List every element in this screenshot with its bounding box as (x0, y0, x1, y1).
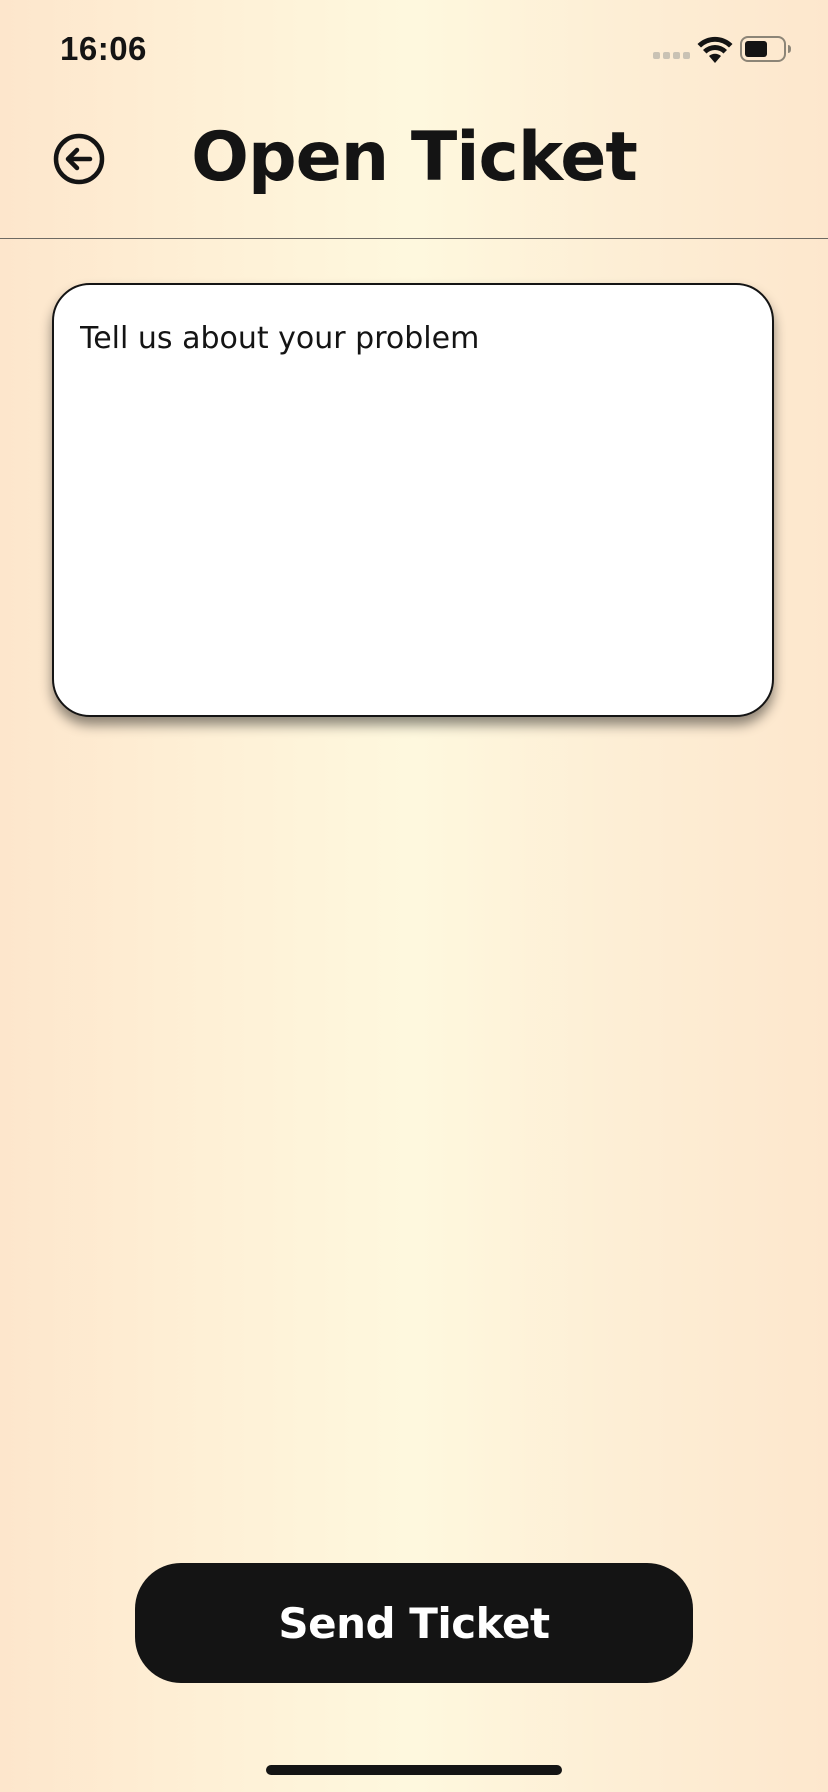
wifi-icon (697, 36, 733, 63)
status-bar: 16:06 (0, 0, 828, 100)
ticket-description-box (52, 283, 774, 717)
battery-icon (740, 36, 791, 62)
page-title: Open Ticket (191, 118, 638, 197)
ticket-description-input[interactable] (80, 321, 740, 681)
home-indicator[interactable] (266, 1765, 562, 1775)
cellular-signal-icon (653, 52, 690, 59)
status-time: 16:06 (60, 30, 147, 67)
send-ticket-button[interactable]: Send Ticket (135, 1563, 693, 1683)
send-ticket-label: Send Ticket (278, 1598, 550, 1648)
